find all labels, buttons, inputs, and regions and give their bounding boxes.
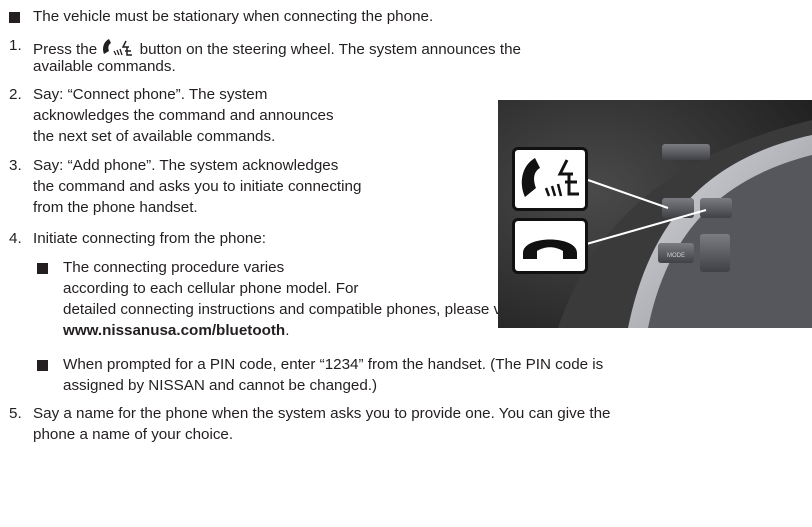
step-1-text-b: button on the steering wheel. The system… bbox=[139, 41, 521, 58]
talk-button-callout bbox=[512, 147, 588, 211]
step-2-line-2: acknowledges the command and announces bbox=[33, 107, 334, 124]
step-5-number: 5. bbox=[9, 405, 22, 422]
step-3-line-1: Say: “Add phone”. The system acknowledge… bbox=[33, 157, 339, 174]
phone-end-callout bbox=[512, 218, 588, 274]
step-3-line-3: from the phone handset. bbox=[33, 199, 198, 216]
sub-bullet-marker bbox=[37, 263, 48, 274]
mode-button-label: MODE bbox=[667, 253, 685, 259]
step-1-text-a: Press the bbox=[33, 41, 98, 58]
steering-wheel-controls-photo: MODE bbox=[498, 100, 812, 328]
bullet-marker bbox=[9, 12, 20, 23]
sub-bullet-marker bbox=[37, 360, 48, 371]
steering-wheel-illustration: MODE bbox=[498, 100, 812, 328]
link-suffix: . bbox=[285, 322, 290, 339]
step-1-number: 1. bbox=[9, 37, 22, 54]
step-4-number: 4. bbox=[9, 230, 22, 247]
intro-bullet-text: The vehicle must be stationary when conn… bbox=[33, 8, 434, 25]
sub-bullet-1-line-2: according to each cellular phone model. … bbox=[63, 280, 359, 297]
phone-end-button bbox=[700, 198, 732, 218]
step-2-number: 2. bbox=[9, 86, 22, 103]
sub-bullet-2-line-1: When prompted for a PIN code, enter “123… bbox=[63, 356, 604, 373]
step-2-line-3: the next set of available commands. bbox=[33, 128, 276, 145]
sub-bullet-2-line-2: assigned by NISSAN and cannot be changed… bbox=[63, 377, 378, 394]
step-3-line-2: the command and asks you to initiate con… bbox=[33, 178, 362, 195]
bluetooth-url-link[interactable]: www.nissanusa.com/bluetooth bbox=[63, 322, 285, 339]
sub-bullet-1-line-1: The connecting procedure varies bbox=[63, 259, 285, 276]
step-5-line-1: Say a name for the phone when the system… bbox=[33, 405, 611, 422]
phone-hangup-icon bbox=[523, 239, 577, 259]
sub-bullet-1-line-3: detailed connecting instructions and com… bbox=[63, 301, 520, 318]
step-5-line-2: phone a name of your choice. bbox=[33, 426, 234, 443]
step-4-line-1: Initiate connecting from the phone: bbox=[33, 230, 267, 247]
step-3-number: 3. bbox=[9, 157, 22, 174]
step-2-line-1: Say: “Connect phone”. The system bbox=[33, 86, 268, 103]
volume-button bbox=[662, 144, 710, 160]
step-1-line-2: available commands. bbox=[33, 58, 176, 75]
sub-bullet-1-line-4: www.nissanusa.com/bluetooth. bbox=[63, 322, 289, 340]
seek-button bbox=[700, 234, 730, 272]
talk-button-icon bbox=[521, 158, 579, 197]
